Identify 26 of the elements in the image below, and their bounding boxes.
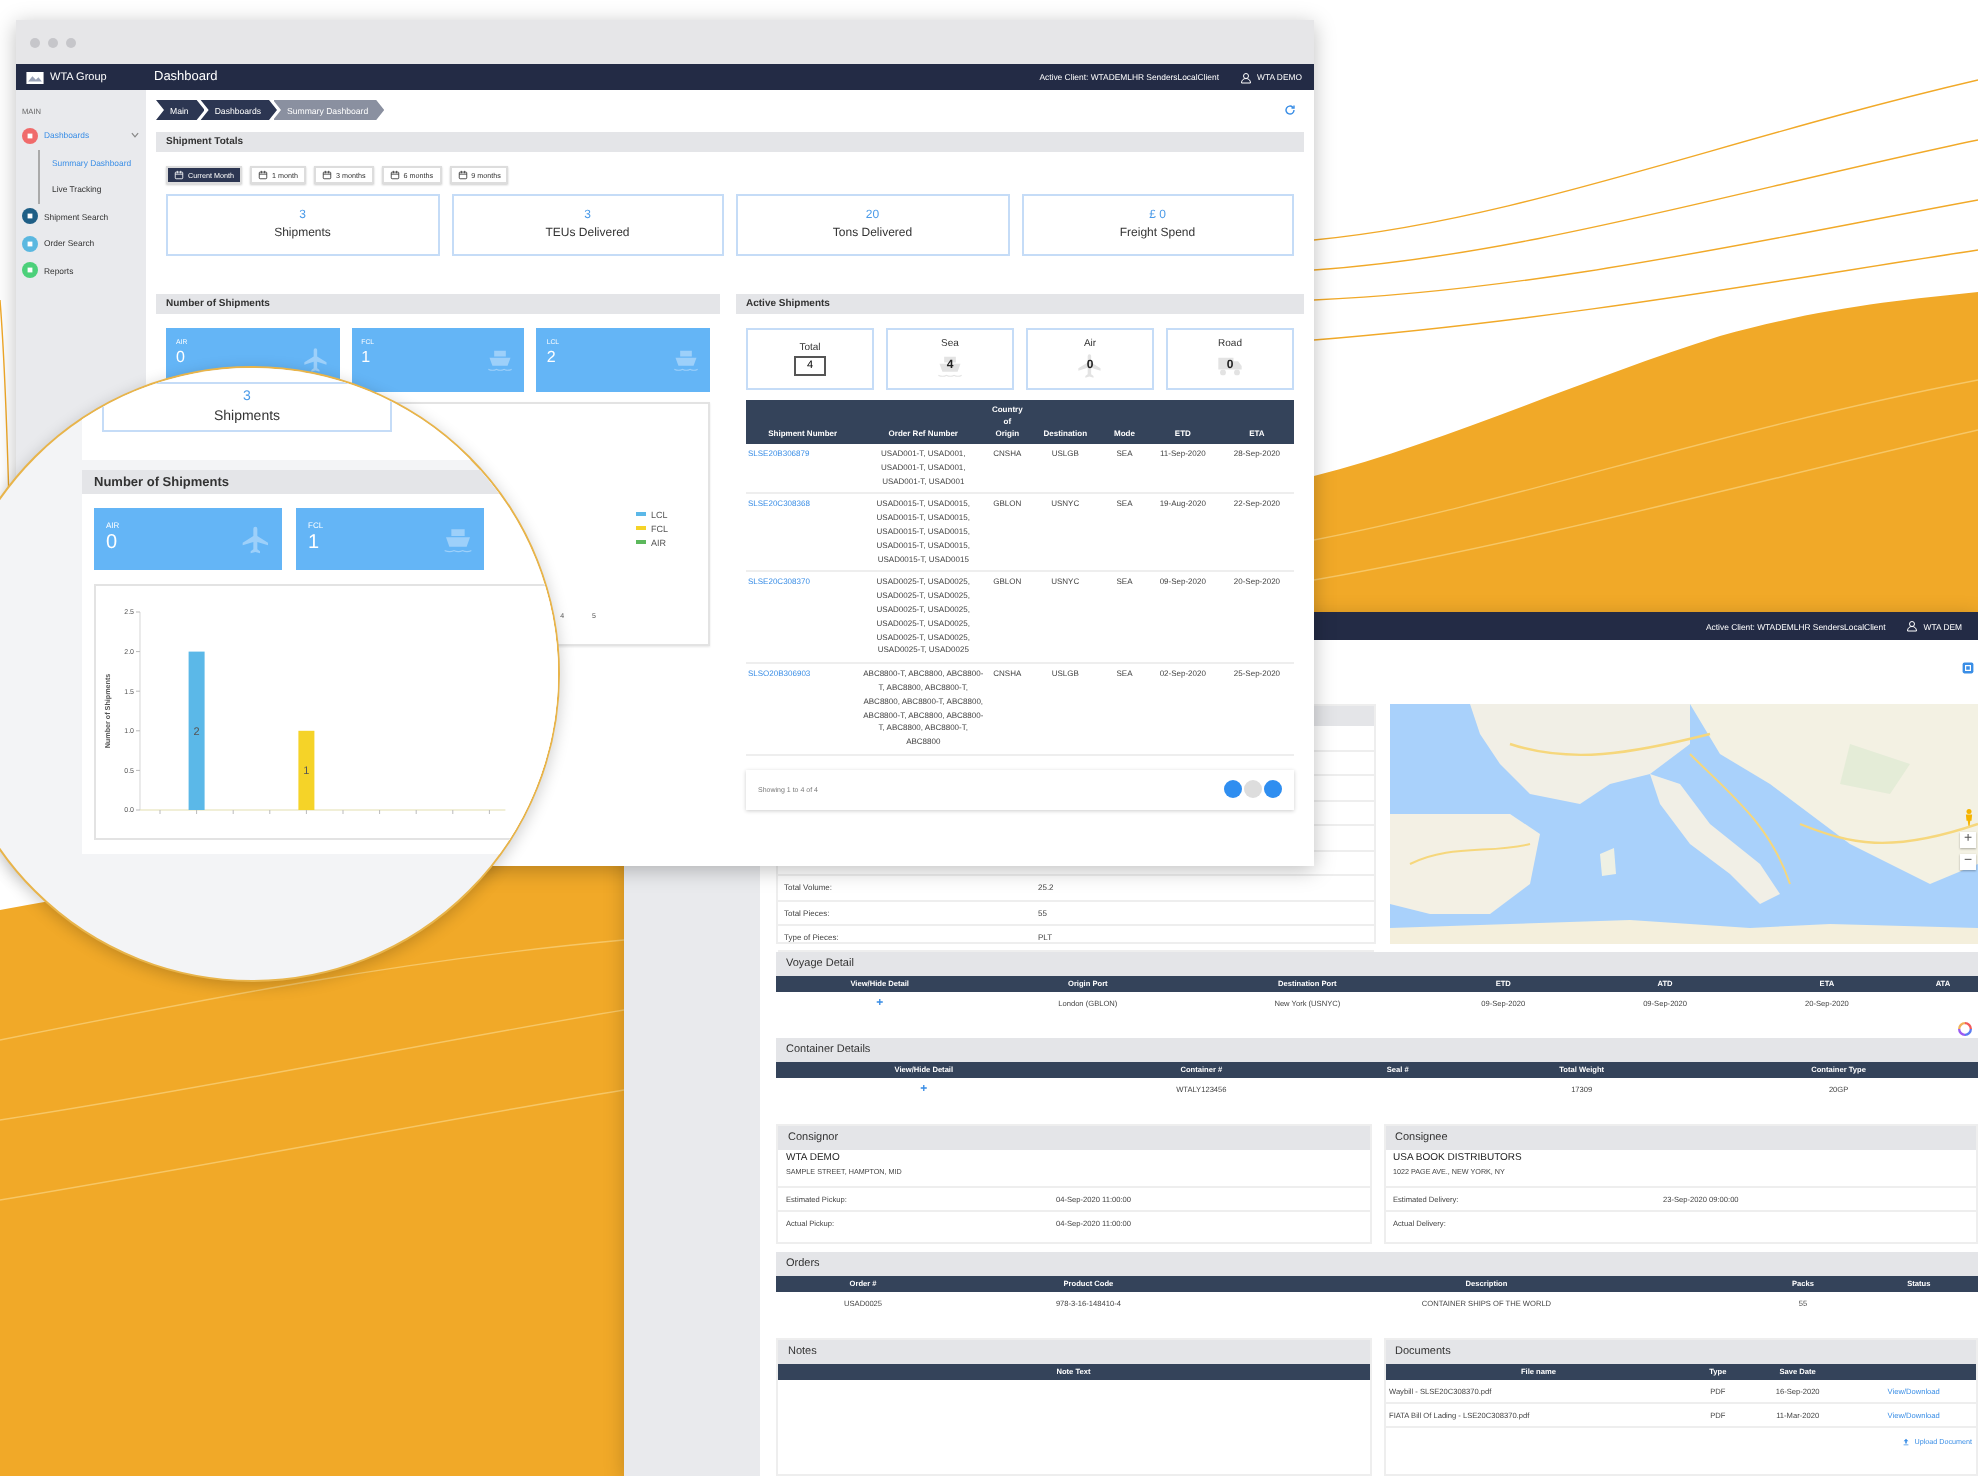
calendar-icon [174,170,184,180]
upload-icon [1902,1438,1911,1446]
widget-icon[interactable] [1958,1022,1972,1036]
ship-icon [671,346,700,374]
next-page-button[interactable] [1264,780,1282,799]
ship-icon [442,524,474,556]
plane-icon [240,524,272,556]
tile-value: 2 [546,348,556,366]
tile-value: 0 [176,348,185,366]
calendar-icon [457,170,468,180]
tile-value: 1 [361,348,371,366]
calendar-icon [257,170,268,180]
calendar-icon [389,170,400,180]
caret-icon [130,130,140,141]
logo-icon [26,71,44,83]
ship-icon [486,346,515,374]
previous-page-button[interactable] [1224,780,1242,799]
bar [298,730,315,810]
refresh-icon[interactable] [1284,104,1296,116]
plane-icon [301,346,330,374]
user-icon[interactable] [1905,620,1918,632]
grid-icon[interactable] [1962,662,1974,674]
tile-value: 1 [308,532,320,554]
calendar-icon [321,170,332,180]
tile-value: 0 [106,532,118,554]
user-icon[interactable] [1239,71,1251,83]
